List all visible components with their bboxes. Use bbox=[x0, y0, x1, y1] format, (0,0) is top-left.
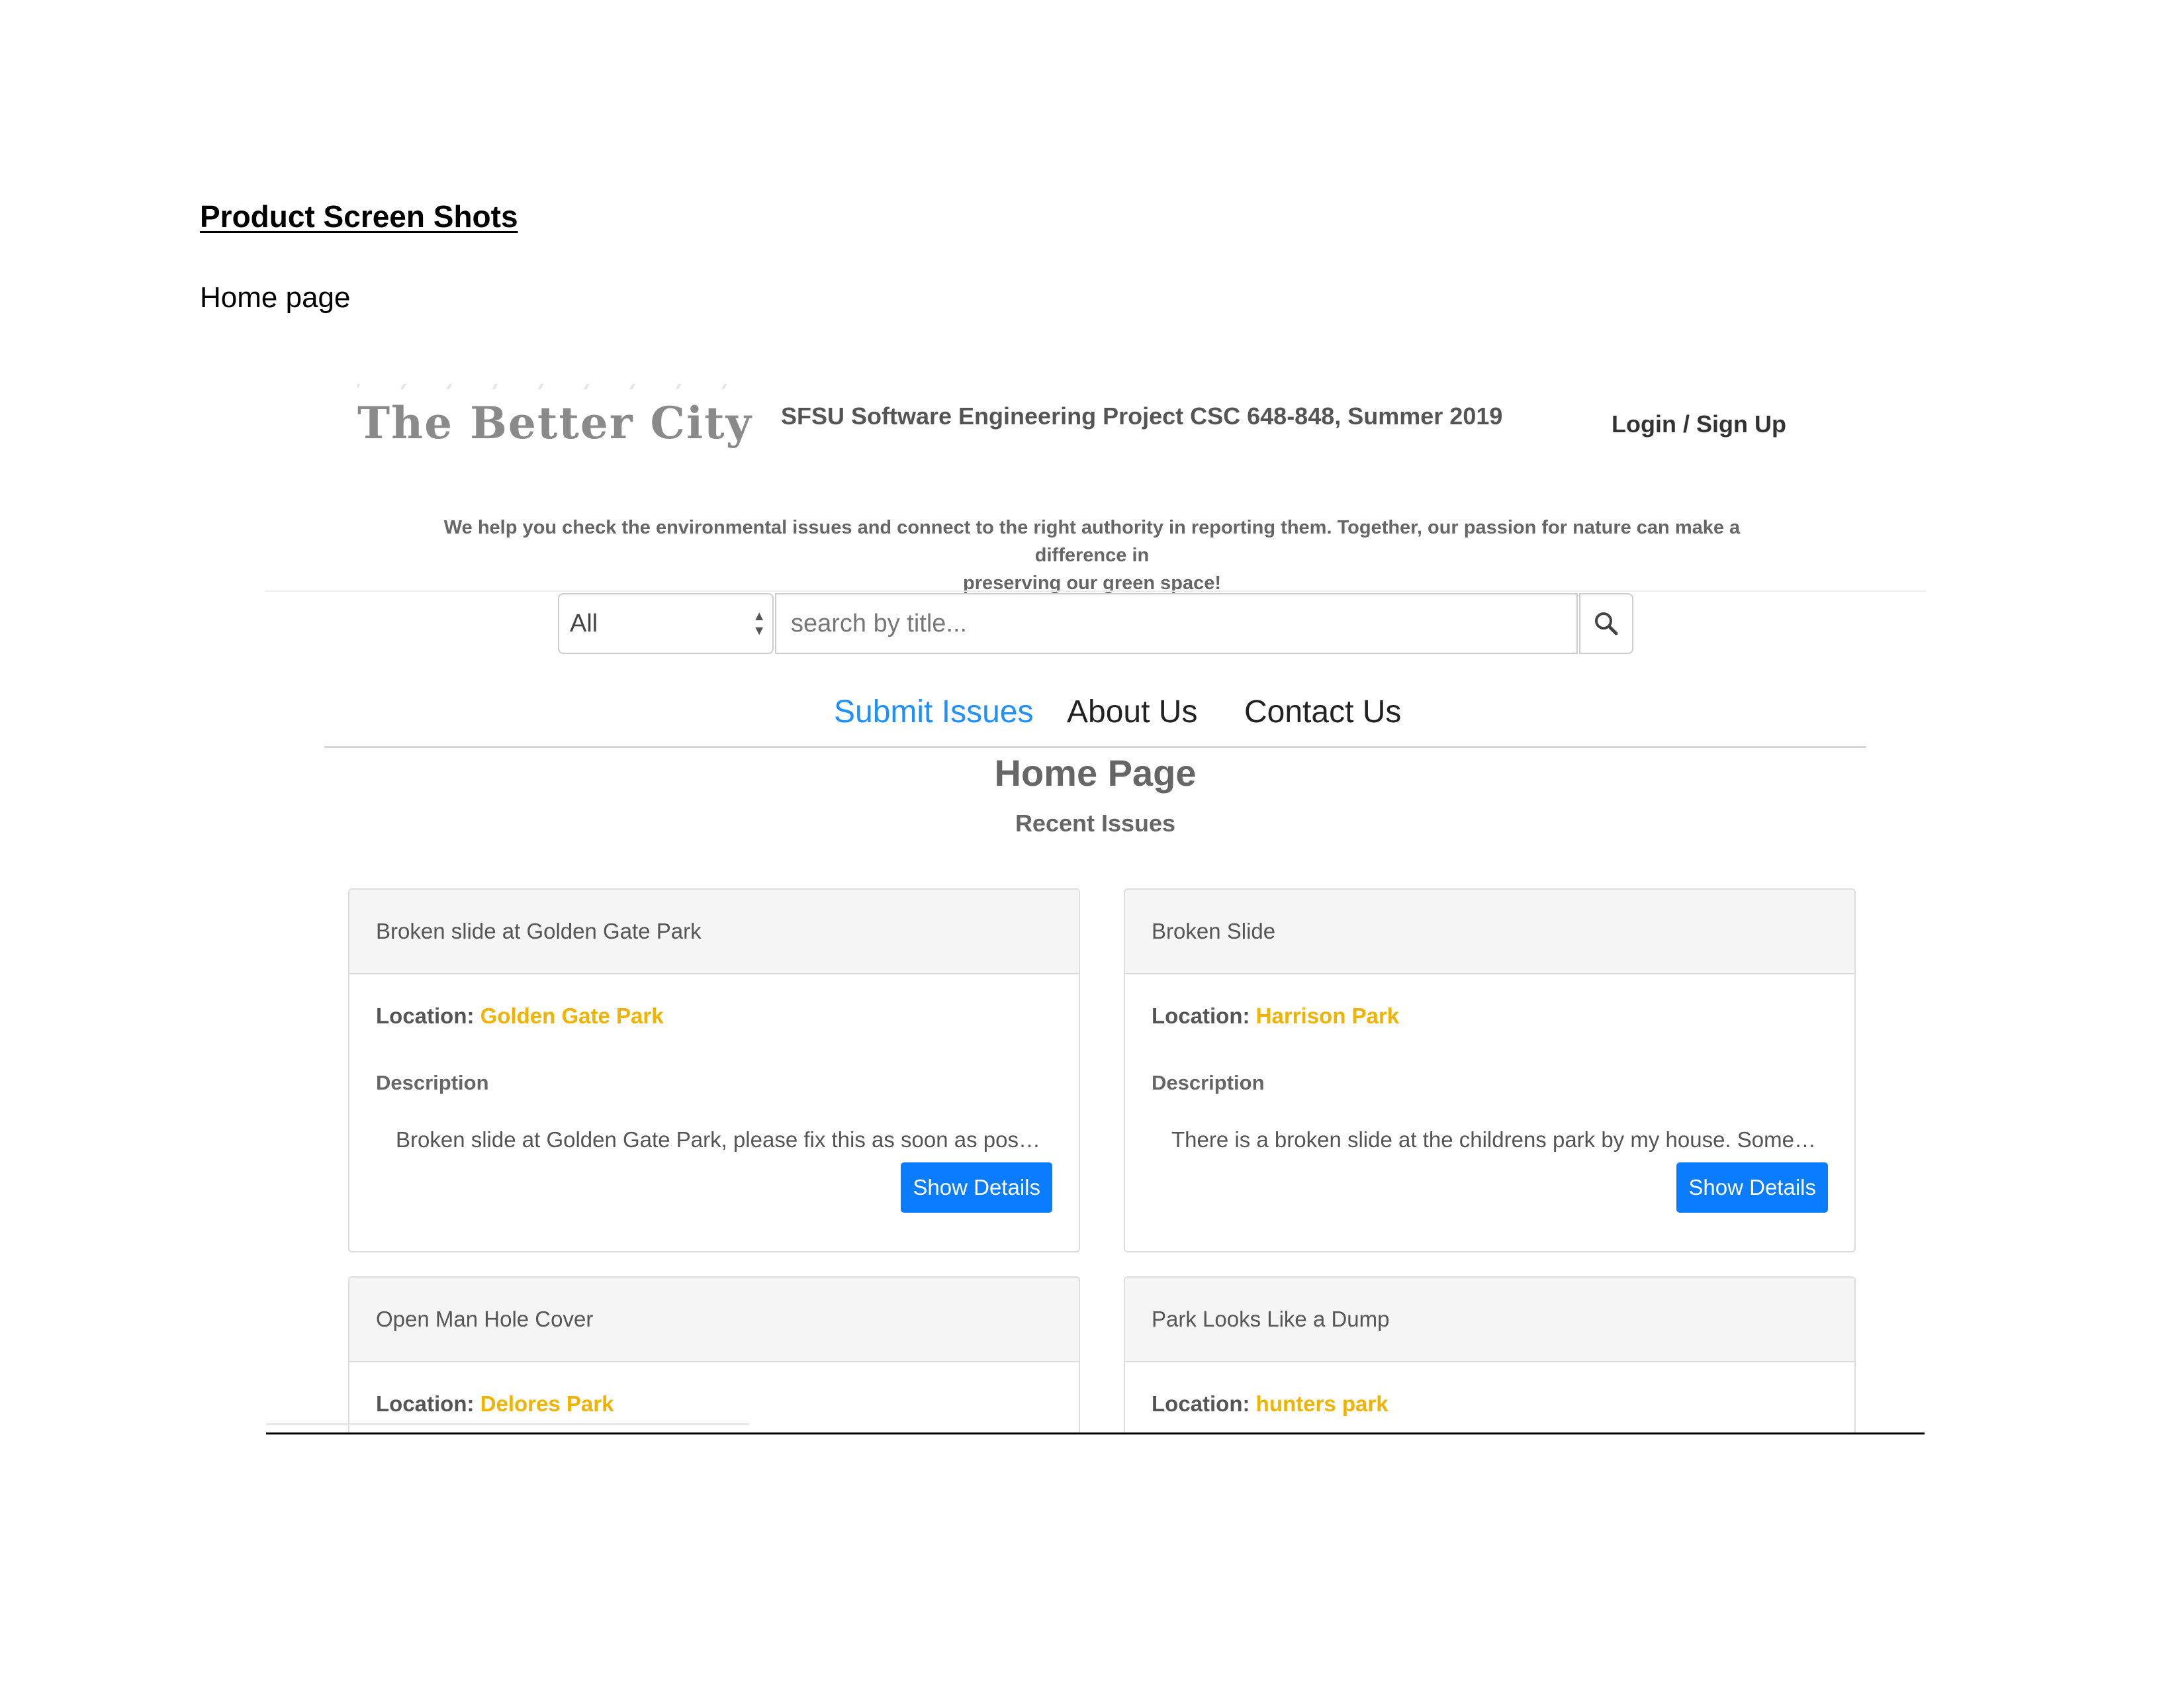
header-divider bbox=[265, 590, 1926, 592]
nav-submit-issues[interactable]: Submit Issues bbox=[834, 694, 1033, 730]
page-title: Home Page bbox=[994, 752, 1197, 794]
search-input[interactable] bbox=[775, 593, 1578, 654]
issue-location: Location: hunters park bbox=[1152, 1391, 1388, 1417]
description-text: There is a broken slide at the childrens… bbox=[1171, 1127, 1827, 1152]
issue-location: Location: Harrison Park bbox=[1152, 1004, 1399, 1029]
category-select[interactable]: All ▲ ▼ bbox=[558, 593, 774, 654]
screenshot-bottom-border bbox=[266, 1432, 1925, 1434]
document-caption: Home page bbox=[200, 281, 351, 314]
issue-location: Location: Delores Park bbox=[376, 1391, 614, 1417]
screenshot-frame: The Better City SFSU Software Engineerin… bbox=[265, 371, 1926, 1434]
issue-card-title: Open Man Hole Cover bbox=[349, 1278, 1079, 1362]
location-value: Golden Gate Park bbox=[480, 1004, 664, 1028]
section-title: Recent Issues bbox=[1015, 810, 1176, 837]
issue-card-title: Broken Slide bbox=[1125, 890, 1854, 974]
nav-about-us[interactable]: About Us bbox=[1067, 694, 1197, 730]
location-label: Location: bbox=[376, 1004, 475, 1028]
show-details-button[interactable]: Show Details bbox=[1676, 1162, 1828, 1213]
document-heading: Product Screen Shots bbox=[200, 199, 518, 234]
tagline: We help you check the environmental issu… bbox=[397, 514, 1787, 597]
issue-location: Location: Golden Gate Park bbox=[376, 1004, 664, 1029]
login-signup-link[interactable]: Login / Sign Up bbox=[1612, 410, 1786, 438]
select-arrows-icon: ▲ ▼ bbox=[752, 609, 766, 638]
description-label: Description bbox=[1152, 1071, 1265, 1094]
location-value: Harrison Park bbox=[1255, 1004, 1400, 1028]
description-text: Broken slide at Golden Gate Park, please… bbox=[396, 1127, 1051, 1152]
scroll-shadow bbox=[266, 1423, 749, 1425]
show-details-button[interactable]: Show Details bbox=[901, 1162, 1052, 1213]
category-select-value: All bbox=[570, 609, 598, 637]
description-label: Description bbox=[376, 1071, 489, 1094]
search-icon bbox=[1595, 612, 1618, 635]
nav-divider bbox=[324, 746, 1866, 748]
issue-card: Park Looks Like a Dump Location: hunters… bbox=[1124, 1276, 1856, 1434]
location-label: Location: bbox=[376, 1391, 475, 1416]
issue-card: Open Man Hole Cover Location: Delores Pa… bbox=[348, 1276, 1080, 1434]
location-value: Delores Park bbox=[480, 1391, 614, 1416]
location-label: Location: bbox=[1152, 1391, 1250, 1416]
issue-card-title: Broken slide at Golden Gate Park bbox=[349, 890, 1079, 974]
location-label: Location: bbox=[1152, 1004, 1250, 1028]
project-title: SFSU Software Engineering Project CSC 64… bbox=[781, 402, 1503, 430]
issue-card-title: Park Looks Like a Dump bbox=[1125, 1278, 1854, 1362]
location-value: hunters park bbox=[1255, 1391, 1388, 1416]
tagline-line-1: We help you check the environmental issu… bbox=[443, 517, 1741, 566]
search-button[interactable] bbox=[1579, 593, 1633, 654]
nav-contact-us[interactable]: Contact Us bbox=[1244, 694, 1401, 730]
site-logo[interactable]: The Better City bbox=[357, 384, 752, 449]
main-nav: Submit Issues About Us Contact Us bbox=[265, 694, 1926, 740]
issue-card: Broken slide at Golden Gate Park Locatio… bbox=[348, 888, 1080, 1252]
issue-card: Broken Slide Location: Harrison Park Des… bbox=[1124, 888, 1856, 1252]
